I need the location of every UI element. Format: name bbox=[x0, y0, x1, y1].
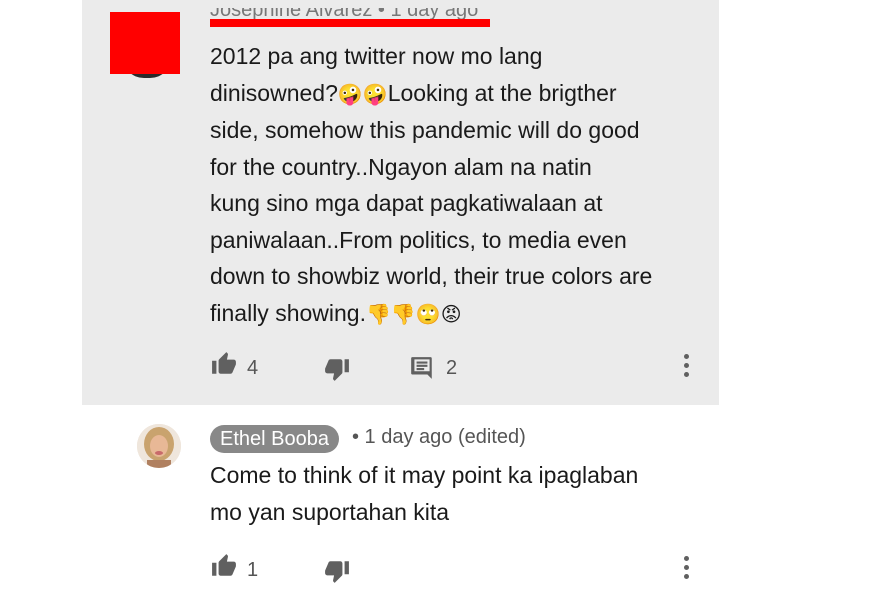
like-icon[interactable] bbox=[210, 351, 238, 377]
thumbs-down-emoji: 👎 bbox=[390, 301, 416, 326]
like-count: 1 bbox=[247, 559, 259, 581]
thumbs-down-emoji: 👎 bbox=[365, 301, 391, 326]
dislike-icon[interactable] bbox=[323, 356, 351, 382]
redaction-strike bbox=[210, 19, 490, 27]
zany-face-emoji: 🤪 bbox=[362, 81, 388, 106]
author-name-redacted: Josephine Alvarez • 1 day ago bbox=[210, 8, 490, 28]
zany-face-emoji: 🤪 bbox=[337, 81, 363, 106]
reply-count: 2 bbox=[446, 357, 458, 379]
avatar-redaction bbox=[110, 12, 180, 74]
more-options-icon[interactable] bbox=[684, 556, 690, 583]
like-count: 4 bbox=[247, 357, 259, 379]
more-options-icon[interactable] bbox=[684, 354, 690, 381]
author-name-chip[interactable]: Ethel Booba bbox=[210, 425, 339, 453]
like-icon[interactable] bbox=[210, 553, 238, 579]
comment-timestamp: • 1 day ago (edited) bbox=[352, 426, 526, 448]
reply-comment-text: Come to think of it may point ka ipaglab… bbox=[210, 462, 639, 525]
eye-roll-emoji: 🙄 bbox=[415, 301, 441, 326]
dislike-icon[interactable] bbox=[323, 558, 351, 584]
angry-face-emoji: 😡 bbox=[440, 301, 462, 326]
reply-icon[interactable] bbox=[409, 355, 435, 381]
comment-text: 2012 pa ang twitter now mo lang dinisown… bbox=[210, 43, 653, 326]
avatar[interactable] bbox=[137, 424, 181, 468]
user-photo bbox=[137, 424, 181, 468]
